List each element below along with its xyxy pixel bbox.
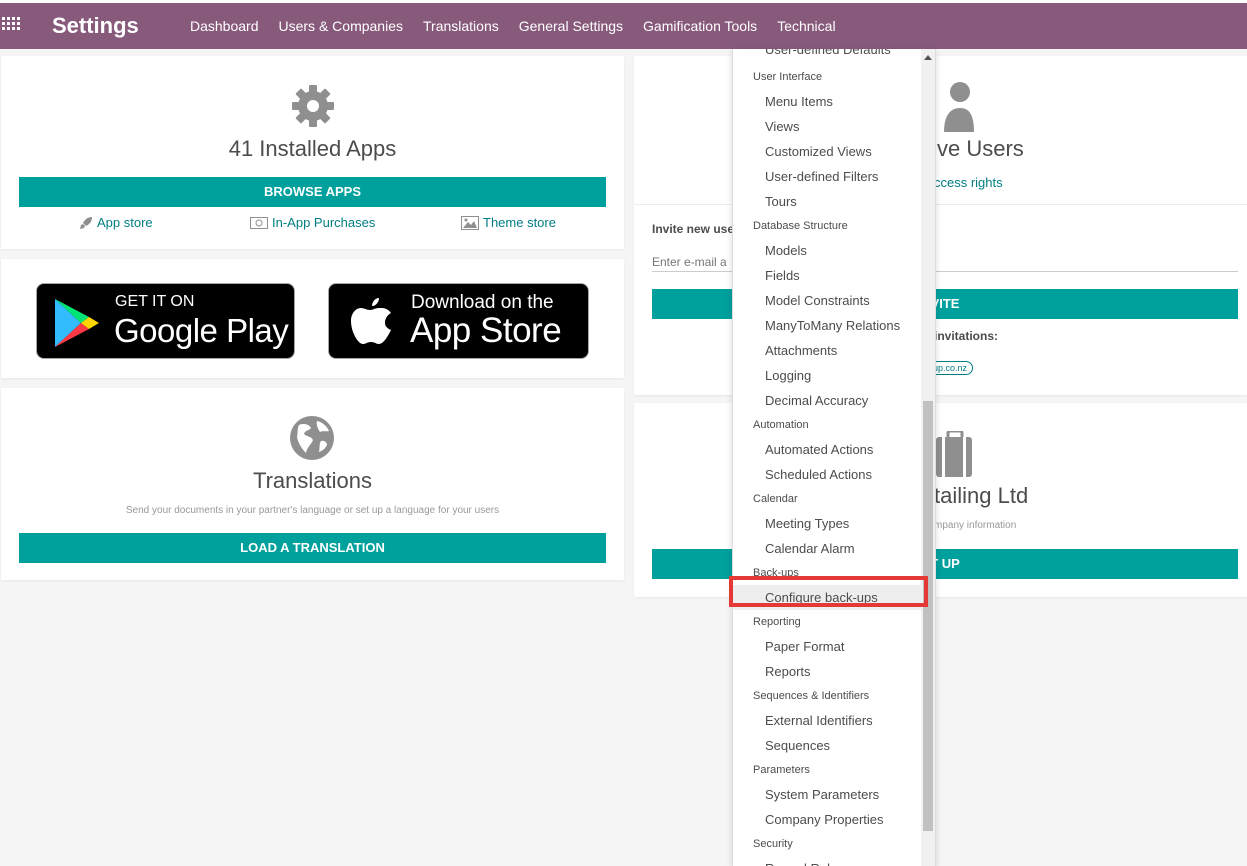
briefcase-icon [936, 431, 972, 477]
invite-label: Invite new use [652, 222, 735, 236]
invite-users-card: Invite new use VITE invitations: group.c… [634, 205, 1247, 395]
dropdown-item-calendar-alarm[interactable]: Calendar Alarm [733, 536, 921, 561]
dropdown-item-decimal-accuracy[interactable]: Decimal Accuracy [733, 388, 921, 413]
dropdown-header-automation: Automation [753, 419, 809, 431]
menu-technical[interactable]: Technical [777, 18, 835, 34]
dropdown-header-database-structure: Database Structure [753, 220, 848, 232]
active-users-title: ve Users [937, 136, 1024, 161]
dropdown-item-tours[interactable]: Tours [733, 189, 921, 214]
dropdown-list: User-defined Defaults User Interface Men… [733, 49, 921, 866]
scrollbar-thumb[interactable] [923, 401, 933, 831]
company-card: tailing Ltd mpany information T UP [634, 403, 1247, 597]
dropdown-item-sequences[interactable]: Sequences [733, 733, 921, 758]
dropdown-item-customized-views[interactable]: Customized Views [733, 139, 921, 164]
google-play-icon [55, 299, 99, 347]
menu-dashboard[interactable]: Dashboard [190, 18, 259, 34]
dropdown-item-record-rules[interactable]: Record Rules [733, 856, 921, 866]
dropdown-header-user-interface: User Interface [753, 71, 823, 83]
apple-icon [351, 298, 391, 344]
menu-gamification-tools[interactable]: Gamification Tools [643, 18, 757, 34]
installed-apps-count: 41 Installed Apps [228, 136, 397, 161]
mobile-apps-card: GET IT ON Google Play Download on the Ap… [1, 259, 624, 378]
manage-access-rights-link[interactable]: ccess rights [934, 175, 1003, 190]
dropdown-header-security: Security [753, 838, 793, 850]
pending-invitations-label: invitations: [934, 329, 999, 343]
technical-dropdown-menu: User-defined Defaults User Interface Men… [732, 49, 936, 866]
gear-icon [292, 85, 334, 127]
rocket-icon [80, 216, 92, 229]
apps-menu-icon[interactable] [2, 17, 20, 31]
dropdown-item-models[interactable]: Models [733, 238, 921, 263]
dropdown-item-menu-items[interactable]: Menu Items [733, 89, 921, 114]
image-icon [461, 215, 479, 230]
dropdown-item-model-constraints[interactable]: Model Constraints [733, 288, 921, 313]
translations-subtitle: Send your documents in your partner's la… [125, 505, 500, 516]
dropdown-item-views[interactable]: Views [733, 114, 921, 139]
installed-apps-card: 41 Installed Apps BROWSE APPS App store … [1, 56, 624, 249]
company-subtitle: mpany information [934, 520, 1017, 531]
dropdown-item-user-defined-filters[interactable]: User-defined Filters [733, 164, 921, 189]
app-store-link[interactable]: App store [79, 215, 153, 230]
dropdown-item-reports[interactable]: Reports [733, 659, 921, 684]
users-icon [944, 82, 974, 132]
dropdown-item-external-identifiers[interactable]: External Identifiers [733, 708, 921, 733]
scroll-up-arrow-icon[interactable] [924, 55, 932, 60]
money-icon [250, 216, 268, 229]
translations-title: Translations [252, 468, 372, 493]
app-store-badge[interactable]: Download on the App Store [328, 283, 589, 359]
dropdown-item-scheduled-actions[interactable]: Scheduled Actions [733, 462, 921, 487]
dropdown-item-user-defined-defaults[interactable]: User-defined Defaults [733, 49, 921, 65]
active-users-card: ve Users ccess rights [634, 56, 1247, 204]
top-navbar: Settings Dashboard Users & Companies Tra… [0, 0, 1247, 49]
menu-general-settings[interactable]: General Settings [519, 18, 623, 34]
app-title: Settings [52, 13, 139, 38]
globe-icon [290, 416, 334, 460]
dropdown-item-meeting-types[interactable]: Meeting Types [733, 511, 921, 536]
dropdown-item-system-parameters[interactable]: System Parameters [733, 782, 921, 807]
load-translation-button[interactable]: LOAD A TRANSLATION [19, 533, 606, 563]
dropdown-header-sequences-identifiers: Sequences & Identifiers [753, 690, 870, 702]
dropdown-item-automated-actions[interactable]: Automated Actions [733, 437, 921, 462]
highlight-box [729, 576, 928, 607]
browse-apps-button[interactable]: BROWSE APPS [19, 177, 606, 207]
dropdown-item-fields[interactable]: Fields [733, 263, 921, 288]
translations-card: Translations Send your documents in your… [1, 388, 624, 580]
dropdown-item-paper-format[interactable]: Paper Format [733, 634, 921, 659]
dropdown-item-company-properties[interactable]: Company Properties [733, 807, 921, 832]
dropdown-item-logging[interactable]: Logging [733, 363, 921, 388]
company-name: tailing Ltd [934, 483, 1029, 508]
dropdown-item-attachments[interactable]: Attachments [733, 338, 921, 363]
dropdown-header-parameters: Parameters [753, 764, 810, 776]
dropdown-header-reporting: Reporting [753, 616, 801, 628]
in-app-purchases-link[interactable]: In-App Purchases [250, 215, 375, 230]
theme-store-link[interactable]: Theme store [461, 215, 556, 230]
menu-translations[interactable]: Translations [423, 18, 499, 34]
dropdown-header-calendar: Calendar [753, 493, 798, 505]
dropdown-scrollbar[interactable] [921, 49, 935, 866]
dropdown-item-many2many-relations[interactable]: ManyToMany Relations [733, 313, 921, 338]
menu-users-companies[interactable]: Users & Companies [279, 18, 404, 34]
main-menu: Dashboard Users & Companies Translations… [190, 18, 856, 34]
google-play-badge[interactable]: GET IT ON Google Play [36, 283, 295, 359]
